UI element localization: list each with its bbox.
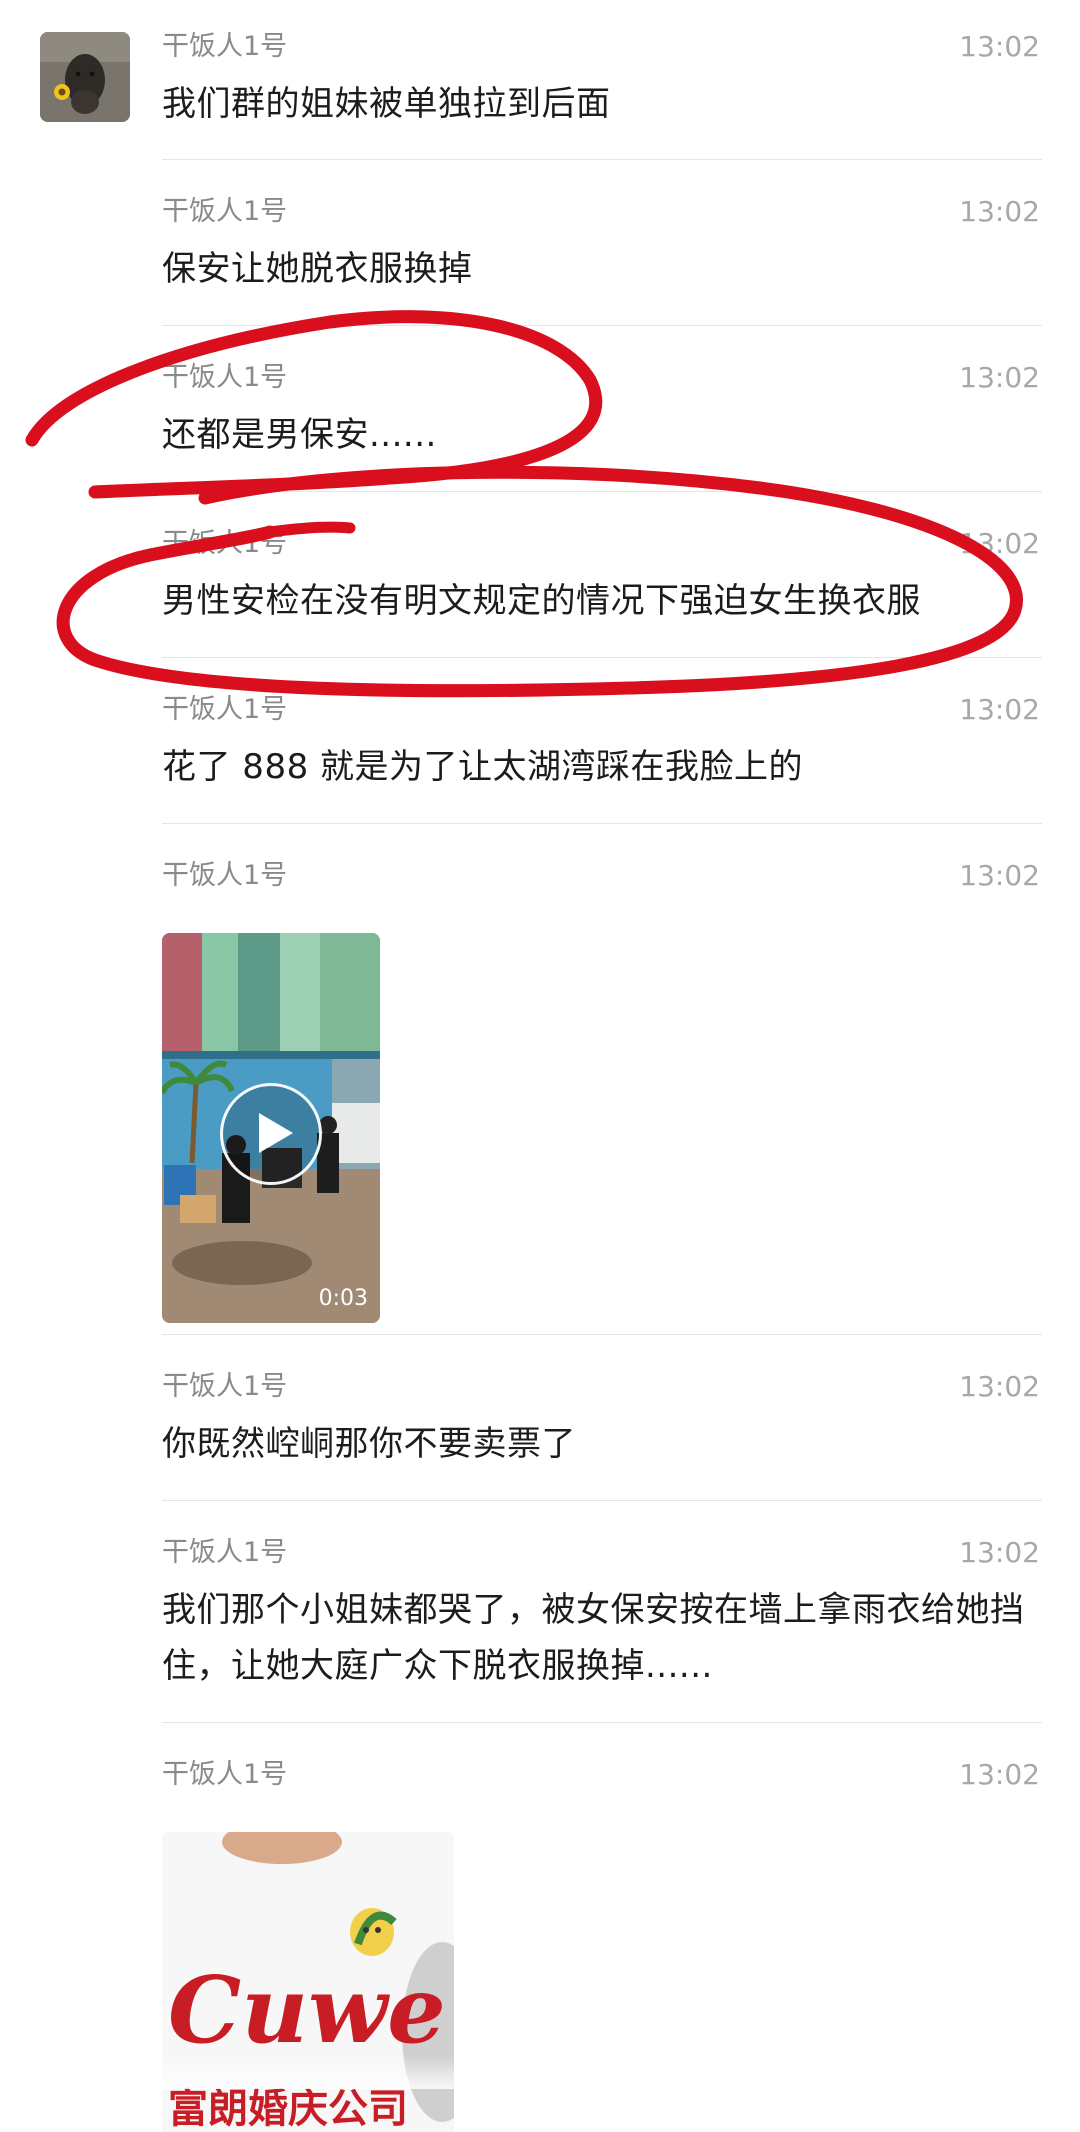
message-text: 还都是男保安...... [162,415,437,455]
message-time: 13:02 [959,195,1040,228]
play-icon [259,1113,293,1153]
sender-name: 干饭人1号 [162,196,288,227]
divider [162,823,1042,824]
message-text: 花了 888 就是为了让太湖湾踩在我脸上的 [162,747,804,787]
divider [162,325,1042,326]
divider [162,1500,1042,1501]
message-text: 保安让她脱衣服换掉 [162,249,473,289]
message-time: 13:02 [959,1536,1040,1569]
sender-name: 干饭人1号 [162,528,288,559]
sender-name: 干饭人1号 [162,31,288,62]
play-button[interactable] [220,1083,322,1185]
message-time: 13:02 [959,361,1040,394]
message-text: 你既然崆峒那你不要卖票了 [162,1424,576,1464]
photo-company-text: 富朗婚庆公司 [168,2086,408,2132]
dog-avatar-image [40,32,130,122]
photo-brand-text: Cuwe [168,1956,446,2064]
divider [162,1722,1042,1723]
sender-name: 干饭人1号 [162,860,288,891]
message-time: 13:02 [959,1370,1040,1403]
message-time: 13:02 [959,859,1040,892]
avatar[interactable] [40,32,130,122]
message-item[interactable]: 干饭人1号 13:02 Cuwe 富朗婚庆公司 [162,1758,1042,2132]
message-text: 男性安检在没有明文规定的情况下强迫女生换衣服 [162,581,921,621]
divider [162,657,1042,658]
sender-name: 干饭人1号 [162,1537,288,1568]
message-text: 我们群的姐妹被单独拉到后面 [162,84,611,124]
message-time: 13:02 [959,527,1040,560]
divider [162,491,1042,492]
sender-name: 干饭人1号 [162,362,288,393]
sender-name: 干饭人1号 [162,1759,288,1790]
sender-name: 干饭人1号 [162,694,288,725]
message-time: 13:02 [959,1758,1040,1791]
video-thumbnail[interactable]: 0:03 [162,933,380,1323]
divider [162,159,1042,160]
sender-name: 干饭人1号 [162,1371,288,1402]
message-item[interactable]: 干饭人1号 13:02 0:03 [162,859,1042,1339]
message-time: 13:02 [959,693,1040,726]
video-duration: 0:03 [318,1286,368,1311]
message-text: 我们那个小姐妹都哭了，被女保安按在墙上拿雨衣给她挡住，让她大庭广众下脱衣服换掉.… [162,1590,1025,1686]
bottom-fade [0,2055,1080,2089]
message-time: 13:02 [959,30,1040,63]
divider [162,1334,1042,1335]
